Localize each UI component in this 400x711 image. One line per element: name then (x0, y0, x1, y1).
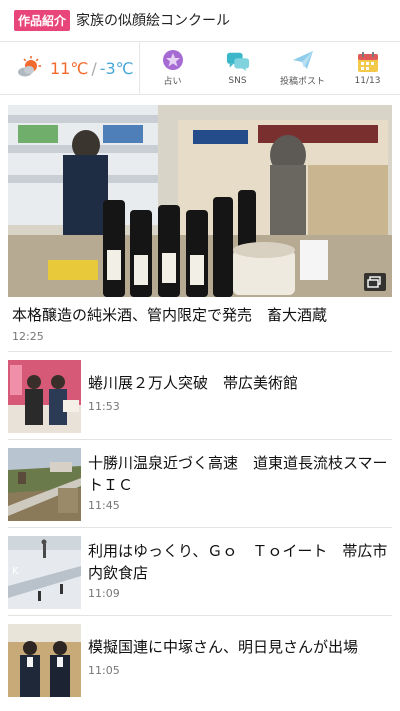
hero-title[interactable]: 本格醸造の純米酒、管内限定で発売 畜大酒蔵 (12, 305, 388, 325)
temp-low: -3℃ (99, 58, 134, 78)
banner-tag: 作品紹介 (14, 9, 71, 31)
svg-text:K: K (12, 566, 19, 577)
hero-time: 12:25 (12, 330, 44, 343)
sake-shop-photo (8, 105, 392, 297)
weather-widget[interactable]: 11℃ / -3℃ (0, 42, 140, 94)
post-label: 投稿ポスト (279, 77, 325, 87)
list-item[interactable]: 模擬国連に中塚さん、明日見さんが出場 11:05 (0, 616, 400, 704)
item-title: 十勝川温泉近づく高速 道東道長流枝スマートＩＣ (88, 454, 388, 494)
calendar-label: 11/13 (354, 75, 381, 86)
banner-title[interactable]: 家族の似顔絵コンクール (76, 10, 230, 30)
fortune-label: 占い (163, 77, 182, 87)
item-title: 模擬国連に中塚さん、明日見さんが出場 (88, 638, 359, 656)
list-item[interactable]: 蜷川展２万人突破 帯広美術館 11:53 (0, 352, 400, 440)
paper-plane-icon (291, 49, 315, 71)
item-time: 11:05 (88, 664, 120, 677)
students-photo (8, 624, 81, 697)
toolbar: 11℃ / -3℃ 占い SNS 投稿ポスト 11/13 (0, 41, 400, 95)
sns-button[interactable]: SNS (205, 42, 270, 94)
temp-high: 11℃ (50, 58, 89, 78)
post-button[interactable]: 投稿ポスト (270, 42, 335, 94)
item-title: 蜷川展２万人突破 帯広美術館 (88, 374, 299, 392)
fortune-button[interactable]: 占い (140, 42, 205, 94)
list-item[interactable]: 十勝川温泉近づく高速 道東道長流枝スマートＩＣ 11:45 (0, 440, 400, 528)
sns-label: SNS (228, 75, 247, 86)
calendar-button[interactable]: 11/13 (335, 42, 400, 94)
top-banner[interactable]: 作品紹介 家族の似顔絵コンクール (0, 0, 400, 40)
chat-bubbles-icon (226, 51, 250, 73)
sun-cloud-icon (16, 55, 42, 81)
snow-street-photo: K (8, 536, 81, 609)
museum-visitors-photo (8, 360, 81, 433)
item-time: 11:45 (88, 499, 120, 512)
list-item[interactable]: K 利用はゆっくり、Ｇｏ Ｔｏイート 帯広市内飲食店 11:09 (0, 528, 400, 616)
item-title: 利用はゆっくり、Ｇｏ Ｔｏイート 帯広市内飲食店 (88, 542, 388, 582)
calendar-icon (356, 51, 380, 73)
gallery-icon (364, 273, 386, 291)
fortune-star-icon (161, 49, 185, 71)
item-time: 11:53 (88, 400, 120, 413)
highway-aerial-photo (8, 448, 81, 521)
hero-image[interactable] (8, 105, 392, 297)
temp-separator: / (91, 58, 97, 78)
item-time: 11:09 (88, 587, 120, 600)
